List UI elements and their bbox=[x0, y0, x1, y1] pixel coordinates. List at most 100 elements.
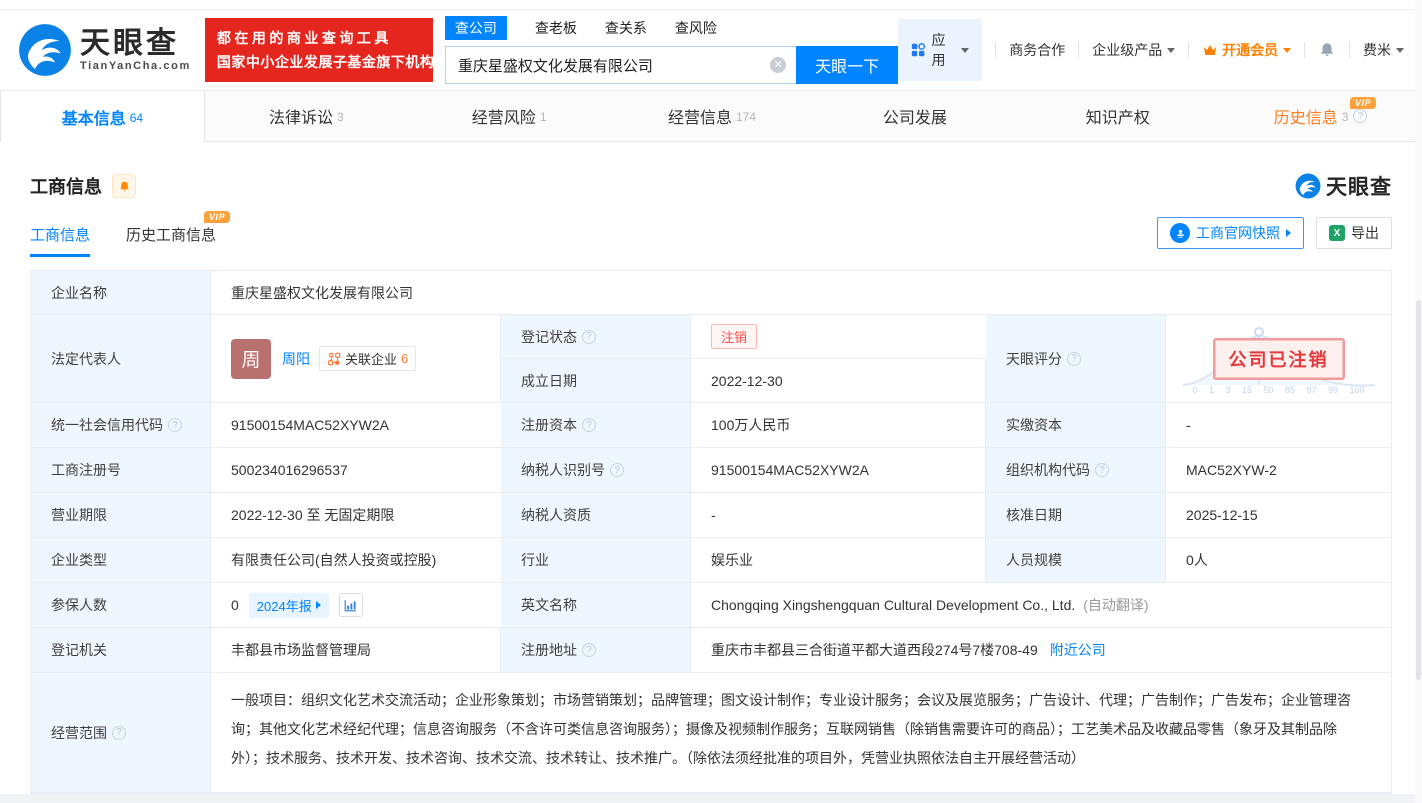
help-icon[interactable] bbox=[1353, 109, 1368, 123]
username: 费米 bbox=[1362, 42, 1391, 58]
paid-capital-value: - bbox=[1166, 403, 1391, 448]
tianyancha-swirl-icon bbox=[19, 24, 71, 76]
tab-legal-proceedings[interactable]: 法律诉讼 3 bbox=[205, 91, 408, 141]
app-grid-icon bbox=[912, 43, 926, 57]
scrollbar-thumb[interactable] bbox=[1416, 300, 1421, 680]
help-icon[interactable] bbox=[582, 418, 596, 432]
field-label: 人员规模 bbox=[986, 538, 1166, 583]
search-area: 查公司 查老板 查关系 查风险 ✕ 天眼一下 bbox=[444, 16, 899, 84]
help-icon[interactable] bbox=[112, 725, 126, 740]
english-name-value: Chongqing Xingshengquan Cultural Develop… bbox=[711, 597, 1076, 613]
legal-rep-cell: 周 周阳 关联企业 6 bbox=[211, 315, 501, 403]
top-nav: 应用 商务合作 企业级产品 开通会员 费米 bbox=[898, 19, 1404, 81]
field-label: 实缴资本 bbox=[986, 403, 1166, 448]
search-tabs: 查公司 查老板 查关系 查风险 bbox=[444, 16, 898, 40]
search-button[interactable]: 天眼一下 bbox=[796, 46, 899, 84]
field-label: 注册资本 bbox=[501, 403, 691, 448]
annual-report-badge[interactable]: 2024年报 bbox=[248, 592, 329, 618]
subtab-history-registration[interactable]: VIP 历史工商信息 bbox=[126, 211, 231, 257]
scrollbar[interactable] bbox=[1415, 0, 1422, 803]
approval-date-value: 2025-12-15 bbox=[1166, 493, 1391, 538]
tab-company-development[interactable]: 公司发展 bbox=[813, 91, 1016, 141]
excel-icon: X bbox=[1329, 225, 1345, 241]
score-axis-ticks: 0 1 3 15 50 85 97 99 100 bbox=[1192, 385, 1365, 395]
field-label: 企业名称 bbox=[31, 271, 211, 315]
nav-cooperation[interactable]: 商务合作 bbox=[1009, 40, 1065, 60]
business-scope-value: 一般项目：组织文化艺术交流活动；企业形象策划；市场营销策划；品牌管理；图文设计制… bbox=[231, 692, 1351, 766]
field-label: 核准日期 bbox=[986, 493, 1166, 538]
tab-history-info[interactable]: VIP 历史信息 3 bbox=[1219, 91, 1422, 141]
subscribe-bell-icon[interactable] bbox=[112, 174, 136, 198]
status-badge: 注销 bbox=[711, 324, 758, 349]
legal-rep-link[interactable]: 周阳 bbox=[282, 349, 310, 369]
reg-number-value: 500234016296537 bbox=[211, 448, 501, 493]
main-content: 工商信息 天眼查 工商信息 VIP 历史工商信息 工商官网快照 X 导出 企业名… bbox=[0, 171, 1422, 794]
field-label: 工商注册号 bbox=[31, 448, 211, 493]
brand-slogan-banner: 都在用的商业查询工具 国家中小企业发展子基金旗下机构 bbox=[204, 18, 435, 82]
subtab-business-registration[interactable]: 工商信息 bbox=[30, 224, 91, 257]
nav-enterprise-products[interactable]: 企业级产品 bbox=[1092, 40, 1176, 60]
bar-chart-icon bbox=[344, 599, 356, 611]
search-tab-boss[interactable]: 查老板 bbox=[535, 16, 577, 40]
business-term-value: 2022-12-30 至 无固定期限 bbox=[211, 493, 501, 538]
nearby-companies-link[interactable]: 附近公司 bbox=[1050, 640, 1106, 660]
help-icon[interactable] bbox=[582, 329, 596, 344]
taxpayer-quality-value: - bbox=[691, 493, 986, 538]
auto-translate-note: (自动翻译) bbox=[1083, 597, 1149, 613]
header: 天眼查 TianYanCha.com 都在用的商业查询工具 国家中小企业发展子基… bbox=[0, 10, 1422, 90]
field-label: 组织机构代码 bbox=[986, 448, 1166, 493]
field-label: 统一社会信用代码 bbox=[31, 403, 211, 448]
field-label: 英文名称 bbox=[501, 583, 691, 628]
field-label: 天眼评分 bbox=[986, 315, 1166, 403]
search-tab-risk[interactable]: 查风险 bbox=[675, 16, 717, 40]
chevron-right-icon bbox=[315, 601, 321, 609]
field-label: 行业 bbox=[501, 538, 691, 583]
nav-vip-membership[interactable]: 开通会员 bbox=[1202, 40, 1292, 60]
official-snapshot-button[interactable]: 工商官网快照 bbox=[1157, 217, 1304, 249]
nav-user-menu[interactable]: 费米 bbox=[1363, 40, 1404, 60]
tab-business-risk[interactable]: 经营风险 1 bbox=[408, 91, 611, 141]
chevron-down-icon bbox=[1283, 47, 1292, 53]
help-icon[interactable] bbox=[1067, 351, 1081, 366]
field-label: 登记状态 bbox=[501, 315, 691, 359]
search-input[interactable] bbox=[444, 46, 797, 84]
search-tab-company[interactable]: 查公司 bbox=[444, 16, 507, 40]
notification-bell-icon[interactable] bbox=[1318, 41, 1336, 59]
help-icon[interactable] bbox=[1095, 463, 1109, 477]
top-divider bbox=[0, 0, 1422, 10]
export-button[interactable]: X 导出 bbox=[1316, 217, 1392, 249]
help-icon[interactable] bbox=[168, 418, 182, 432]
brand-domain: TianYanCha.com bbox=[80, 60, 191, 72]
tab-intellectual-property[interactable]: 知识产权 bbox=[1016, 91, 1219, 141]
tianyancha-swirl-icon bbox=[1295, 173, 1321, 199]
nav-apps[interactable]: 应用 bbox=[898, 19, 983, 81]
tab-business-info[interactable]: 经营信息 174 bbox=[611, 91, 814, 141]
slogan-line2: 国家中小企业发展子基金旗下机构 bbox=[216, 54, 435, 70]
help-icon[interactable] bbox=[610, 463, 624, 477]
avatar[interactable]: 周 bbox=[231, 338, 271, 379]
slogan-line1: 都在用的商业查询工具 bbox=[216, 30, 392, 46]
credit-code-value: 91500154MAC52XYW2A bbox=[211, 403, 501, 448]
trend-chart-button[interactable] bbox=[338, 593, 363, 617]
org-code-value: MAC52XYW-2 bbox=[1166, 448, 1391, 493]
tab-basic-info[interactable]: 基本信息 64 bbox=[0, 91, 205, 142]
field-label: 企业类型 bbox=[31, 538, 211, 583]
field-label: 登记机关 bbox=[31, 628, 211, 673]
score-stamp-cell: 0 1 3 15 50 85 97 99 100 公司已注销 bbox=[1166, 315, 1391, 403]
help-icon[interactable] bbox=[582, 643, 596, 657]
section-divider bbox=[0, 794, 1422, 803]
field-label: 注册地址 bbox=[501, 628, 691, 673]
deregistered-stamp: 公司已注销 bbox=[1212, 337, 1345, 380]
tianyancha-logo[interactable]: 天眼查 TianYanCha.com bbox=[18, 23, 191, 77]
industry-value: 娱乐业 bbox=[691, 538, 986, 583]
stamp-icon bbox=[1170, 223, 1190, 243]
section-title: 工商信息 bbox=[30, 177, 102, 197]
field-label: 成立日期 bbox=[501, 359, 691, 403]
company-name-value: 重庆星盛权文化发展有限公司 bbox=[211, 271, 1391, 315]
reg-capital-value: 100万人民币 bbox=[691, 403, 986, 448]
address-value: 重庆市丰都县三合街道平都大道西段274号7楼708-49 bbox=[711, 642, 1038, 658]
related-companies-badge[interactable]: 关联企业 6 bbox=[319, 346, 417, 371]
field-label: 营业期限 bbox=[31, 493, 211, 538]
search-tab-relation[interactable]: 查关系 bbox=[605, 16, 647, 40]
watermark-logo: 天眼查 bbox=[1295, 171, 1392, 201]
